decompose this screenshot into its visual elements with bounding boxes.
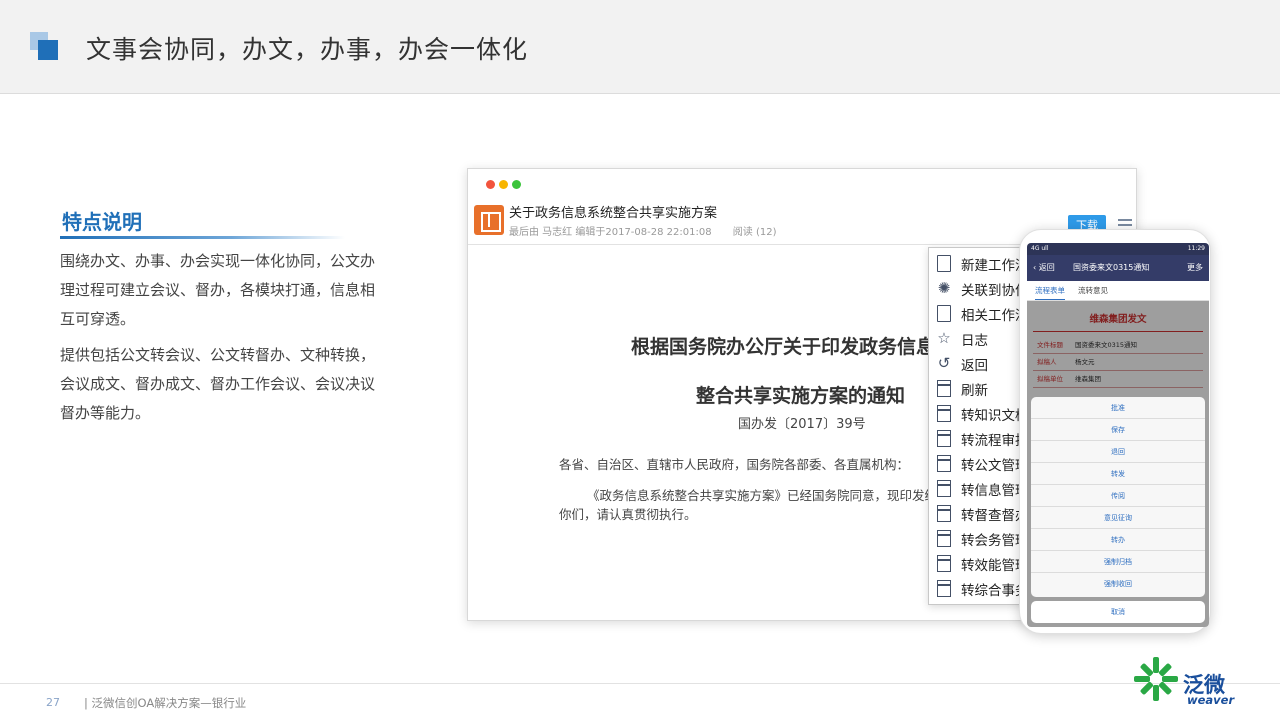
window-icon xyxy=(937,430,951,447)
phone-clock: 11:29 xyxy=(1187,245,1205,252)
document-icon xyxy=(937,255,951,272)
feature-paragraph-2: 提供包括公文转会议、公文转督办、文种转换，会议成文、督办成文、督办工作会议、会议… xyxy=(60,346,376,422)
feature-paragraph-1: 围绕办文、办事、办会实现一体化协同，公文办理过程可建立会议、督办，各模块打通，信… xyxy=(60,252,376,328)
gear-icon: ✺ xyxy=(937,279,951,297)
page-title: 文事会协同，办文，办事，办会一体化 xyxy=(86,35,529,64)
action-force-recall[interactable]: 强制收回 xyxy=(1031,573,1205,595)
action-approve[interactable]: 批准 xyxy=(1031,397,1205,419)
close-dot[interactable] xyxy=(486,180,495,189)
slide-header: 文事会协同，办文，办事，办会一体化 xyxy=(0,0,1280,94)
feature-title: 特点说明 xyxy=(62,210,142,234)
phone-tabs: 流程表单 流转意见 xyxy=(1027,281,1209,301)
window-icon xyxy=(937,380,951,397)
maximize-dot[interactable] xyxy=(512,180,521,189)
phone-screen: 4G ull 11:29 ‹ 返回 国资委来文0315通知 更多 流程表单 流转… xyxy=(1027,243,1209,627)
action-forward[interactable]: 转发 xyxy=(1031,463,1205,485)
notice-number: 国办发〔2017〕39号 xyxy=(738,417,866,432)
page-number: 27 xyxy=(46,696,60,709)
action-transfer[interactable]: 转办 xyxy=(1031,529,1205,551)
window-icon xyxy=(937,455,951,472)
phone-mockup: 4G ull 11:29 ‹ 返回 国资委来文0315通知 更多 流程表单 流转… xyxy=(1019,229,1211,634)
action-consult[interactable]: 意见征询 xyxy=(1031,507,1205,529)
document-read-count: 阅读 (12) xyxy=(732,227,777,238)
tab-flow-comments[interactable]: 流转意见 xyxy=(1078,281,1108,301)
phone-back-label: 返回 xyxy=(1038,263,1055,272)
window-icon xyxy=(937,530,951,547)
phone-back-button[interactable]: ‹ 返回 xyxy=(1033,255,1055,281)
footer-text: | 泛微信创OA解决方案—银行业 xyxy=(84,696,247,710)
notice-recipients: 各省、自治区、直辖市人民政府，国务院各部委、各直属机构： xyxy=(559,457,910,472)
phone-status-bar: 4G ull 11:29 xyxy=(1027,243,1209,255)
phone-nav-title: 国资委来文0315通知 xyxy=(1073,263,1150,272)
action-force-archive[interactable]: 强制归档 xyxy=(1031,551,1205,573)
window-icon xyxy=(937,580,951,597)
document-title: 关于政务信息系统整合共享实施方案 xyxy=(509,206,718,221)
document-editor-info: 最后由 马志红 编辑于2017-08-28 22:01:08 xyxy=(509,227,712,238)
phone-more-button[interactable]: 更多 xyxy=(1187,255,1203,281)
feature-underline xyxy=(60,236,345,239)
window-icon xyxy=(937,505,951,522)
minimize-dot[interactable] xyxy=(499,180,508,189)
header-square-dark xyxy=(38,40,58,60)
menu-item-label: 刷新 xyxy=(961,383,988,399)
footer-divider xyxy=(0,683,1280,684)
phone-nav-bar: ‹ 返回 国资委来文0315通知 更多 xyxy=(1027,255,1209,281)
signal-indicator: 4G ull xyxy=(1031,245,1049,252)
logo-text-en: weaver xyxy=(1187,693,1235,707)
menu-item-label: 返回 xyxy=(961,358,988,374)
notice-title-line-1: 根据国务院办公厅关于印发政务信息 xyxy=(631,336,936,358)
related-flow-icon xyxy=(937,305,951,322)
phone-action-sheet: 批准 保存 退回 转发 传阅 意见征询 转办 强制归档 强制收回 xyxy=(1031,397,1205,597)
phone-cancel-button[interactable]: 取消 xyxy=(1031,601,1205,623)
star-icon: ☆ xyxy=(937,329,951,347)
document-meta: 最后由 马志红 编辑于2017-08-28 22:01:08 阅读 (12) xyxy=(509,223,794,238)
tab-flow-form[interactable]: 流程表单 xyxy=(1035,281,1065,300)
window-icon xyxy=(937,480,951,497)
weaver-logo-icon xyxy=(1134,657,1178,701)
window-icon xyxy=(937,405,951,422)
action-circulate[interactable]: 传阅 xyxy=(1031,485,1205,507)
window-icon xyxy=(937,555,951,572)
notice-title-line-2: 整合共享实施方案的通知 xyxy=(696,385,906,407)
action-return[interactable]: 退回 xyxy=(1031,441,1205,463)
notice-body: 《政务信息系统整合共享实施方案》已经国务院同意，现印发给你们，请认真贯彻执行。 xyxy=(559,488,938,522)
undo-icon: ↺ xyxy=(937,354,951,372)
action-save[interactable]: 保存 xyxy=(1031,419,1205,441)
menu-item-label: 日志 xyxy=(961,333,988,349)
book-icon xyxy=(474,205,504,235)
